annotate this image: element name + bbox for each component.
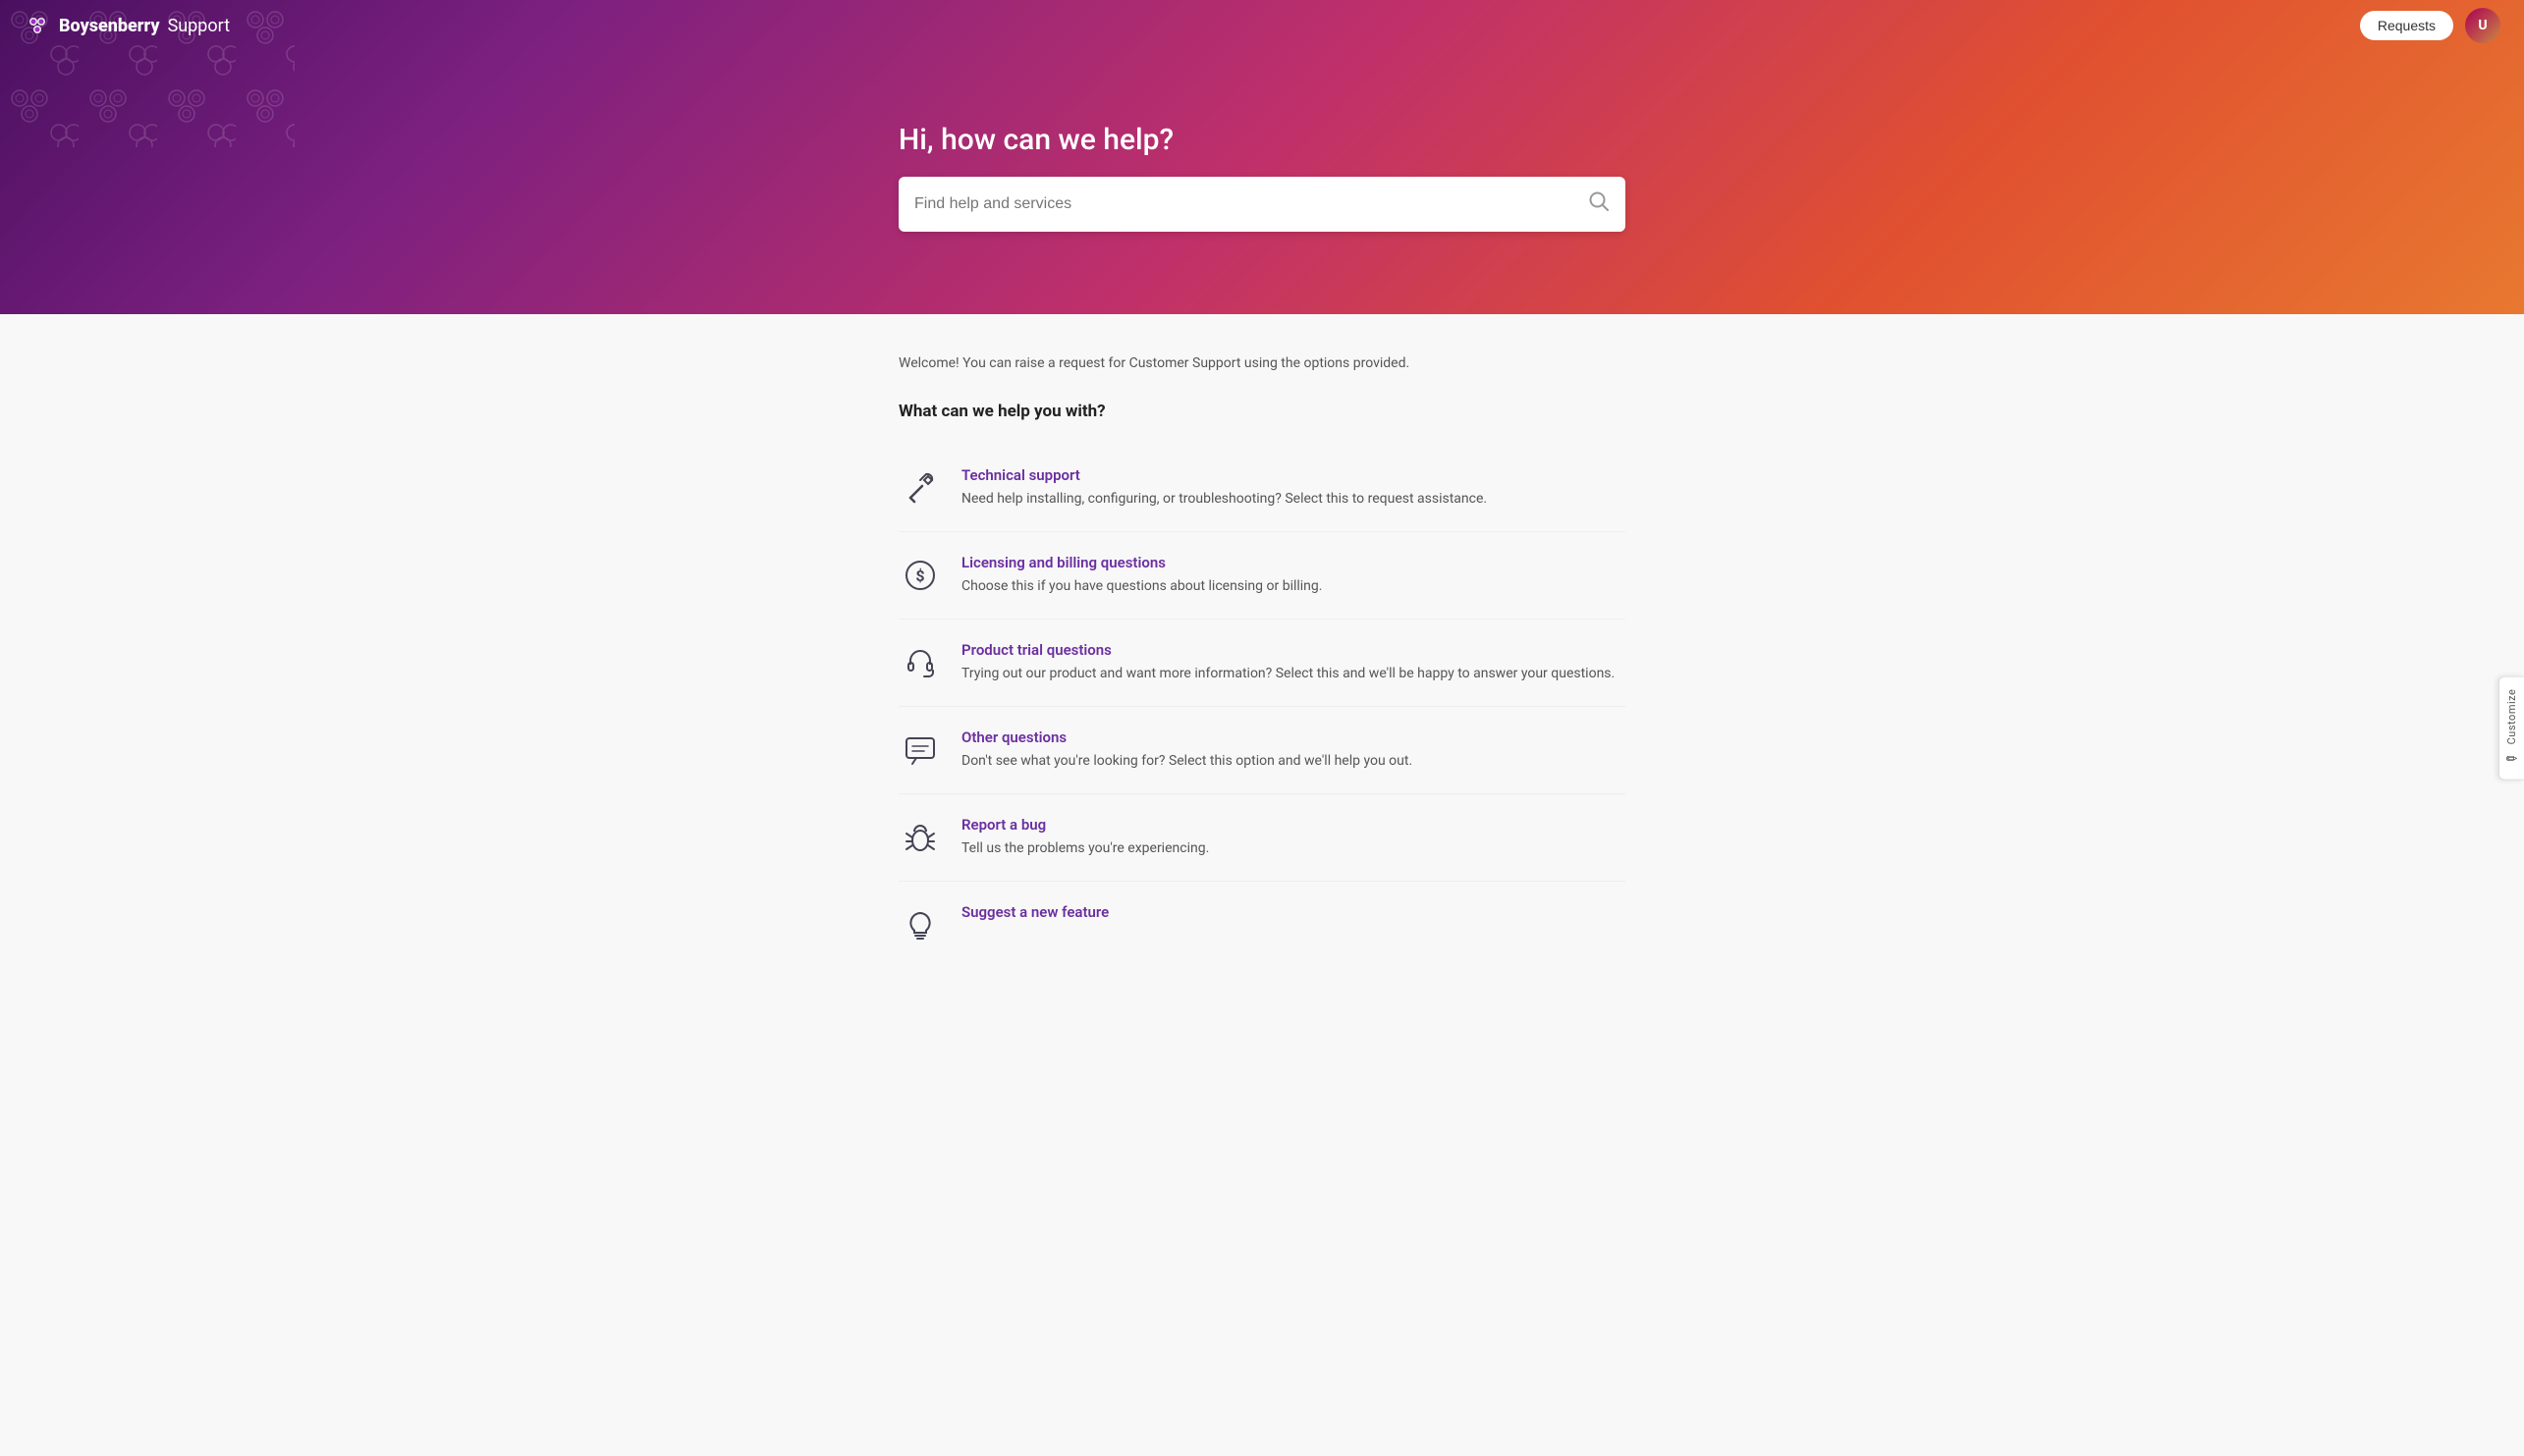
welcome-text: Welcome! You can raise a request for Cus… [899, 353, 1625, 374]
service-item-report-bug[interactable]: Report a bug Tell us the problems you're… [899, 794, 1625, 882]
avatar-image: U [2465, 8, 2500, 43]
service-item-other-questions[interactable]: Other questions Don't see what you're lo… [899, 707, 1625, 794]
customize-pencil-icon: ✏ [2506, 752, 2518, 768]
service-text-technical-support: Technical support Need help installing, … [961, 466, 1625, 510]
service-desc-technical-support: Need help installing, configuring, or tr… [961, 489, 1625, 510]
customize-label: Customize [2505, 688, 2518, 744]
hero-content: Hi, how can we help? [879, 123, 1645, 232]
lightbulb-icon [899, 903, 942, 946]
service-list: Technical support Need help installing, … [899, 445, 1625, 968]
service-text-product-trial: Product trial questions Trying out our p… [961, 641, 1625, 684]
chat-icon [899, 728, 942, 772]
logo-icon [24, 12, 51, 39]
service-title-suggest-feature: Suggest a new feature [961, 903, 1625, 921]
logo-support: Support [168, 16, 231, 36]
dollar-icon: $ [899, 554, 942, 597]
hero-title: Hi, how can we help? [899, 123, 1625, 157]
service-title-other-questions: Other questions [961, 728, 1625, 746]
header-right: Requests U [2360, 8, 2500, 43]
service-desc-other-questions: Don't see what you're looking for? Selec… [961, 751, 1625, 772]
service-title-product-trial: Product trial questions [961, 641, 1625, 659]
service-item-suggest-feature[interactable]: Suggest a new feature [899, 882, 1625, 968]
service-text-licensing-billing: Licensing and billing questions Choose t… [961, 554, 1625, 597]
header: Boysenberry Support Requests U [0, 0, 2524, 51]
service-title-report-bug: Report a bug [961, 816, 1625, 834]
search-input[interactable] [914, 195, 1588, 213]
service-desc-licensing-billing: Choose this if you have questions about … [961, 576, 1625, 597]
service-text-suggest-feature: Suggest a new feature [961, 903, 1625, 926]
service-desc-product-trial: Trying out our product and want more inf… [961, 664, 1625, 684]
bug-icon [899, 816, 942, 859]
headset-icon [899, 641, 942, 684]
avatar[interactable]: U [2465, 8, 2500, 43]
requests-button[interactable]: Requests [2360, 11, 2453, 40]
service-text-other-questions: Other questions Don't see what you're lo… [961, 728, 1625, 772]
search-icon[interactable] [1588, 190, 1610, 217]
service-text-report-bug: Report a bug Tell us the problems you're… [961, 816, 1625, 859]
service-item-technical-support[interactable]: Technical support Need help installing, … [899, 445, 1625, 532]
search-box [899, 177, 1625, 232]
logo[interactable]: Boysenberry Support [24, 12, 230, 39]
customize-sidebar[interactable]: Customize ✏ [2498, 675, 2524, 781]
service-item-product-trial[interactable]: Product trial questions Trying out our p… [899, 620, 1625, 707]
svg-text:$: $ [915, 566, 924, 585]
service-title-licensing-billing: Licensing and billing questions [961, 554, 1625, 571]
main-content: Welcome! You can raise a request for Cus… [879, 314, 1645, 1027]
service-title-technical-support: Technical support [961, 466, 1625, 484]
service-item-licensing-billing[interactable]: $ Licensing and billing questions Choose… [899, 532, 1625, 620]
logo-brand: Boysenberry [59, 16, 160, 36]
service-desc-report-bug: Tell us the problems you're experiencing… [961, 838, 1625, 859]
wrench-icon [899, 466, 942, 510]
section-title: What can we help you with? [899, 402, 1625, 421]
